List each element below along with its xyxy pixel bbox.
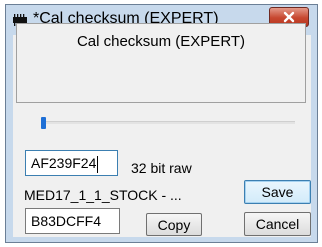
heading-label: Cal checksum (EXPERT)	[76, 33, 246, 50]
save-button-label: Save	[261, 184, 294, 200]
cancel-button[interactable]: Cancel	[244, 212, 311, 236]
computed-checksum-field[interactable]: B83DCFF4	[25, 208, 120, 234]
heading-panel: Cal checksum (EXPERT)	[16, 23, 306, 103]
computed-checksum-value: B83DCFF4	[31, 213, 102, 229]
format-label: 32 bit raw	[131, 160, 192, 176]
file-name-label: MED17_1_1_STOCK - ...	[24, 187, 182, 203]
copy-button-label: Copy	[157, 216, 191, 233]
checksum-input-value: AF239F24	[31, 155, 97, 171]
progress-bar	[42, 121, 295, 124]
cancel-button-label: Cancel	[255, 216, 300, 232]
copy-button[interactable]: Copy	[146, 213, 202, 236]
close-icon	[283, 11, 295, 23]
text-caret	[97, 155, 99, 173]
checksum-input[interactable]: AF239F24	[25, 150, 118, 176]
progress-indicator	[41, 117, 46, 129]
save-button[interactable]: Save	[244, 180, 311, 204]
